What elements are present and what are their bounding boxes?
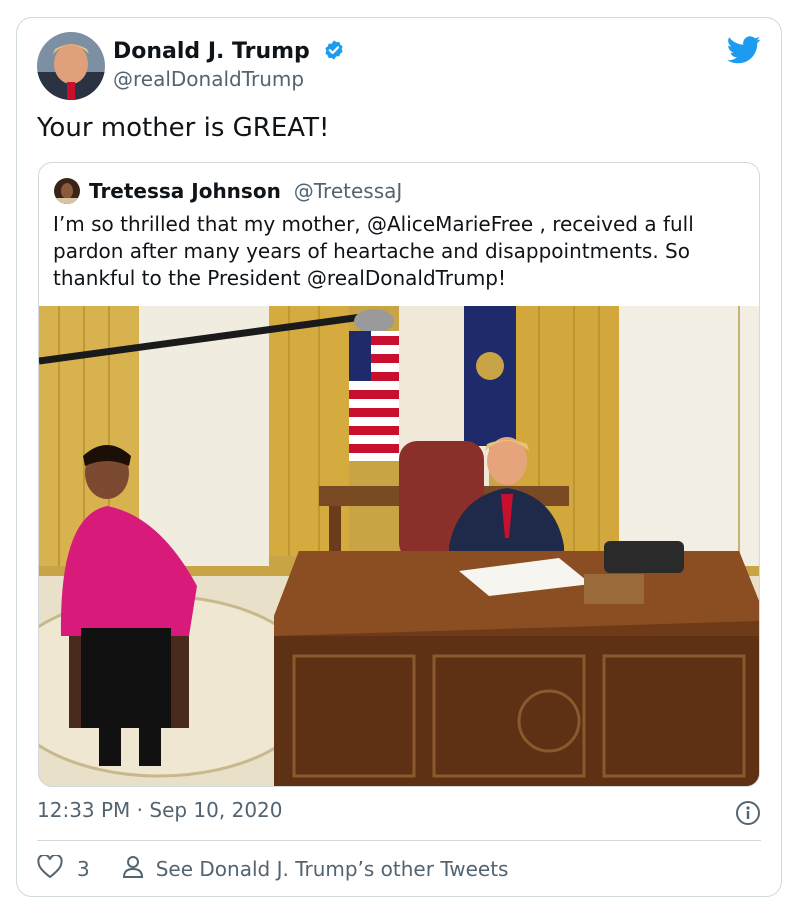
quoted-author-avatar[interactable]: [54, 178, 80, 204]
tweet-actions: 3 See Donald J. Trump’s other Tweets: [37, 853, 509, 884]
tweet-text: Your mother is GREAT!: [37, 113, 330, 143]
other-tweets-link[interactable]: See Donald J. Trump’s other Tweets: [156, 857, 509, 881]
person-icon[interactable]: [122, 855, 144, 884]
info-icon[interactable]: [735, 800, 761, 830]
quoted-author-name[interactable]: Tretessa Johnson: [89, 179, 281, 203]
heart-icon[interactable]: [37, 853, 63, 884]
divider: [37, 840, 761, 841]
quoted-tweet-text: I’m so thrilled that my mother, @AliceMa…: [53, 212, 694, 290]
quoted-author-line: Tretessa Johnson @TretessaJ: [89, 179, 402, 203]
quoted-author-handle[interactable]: @TretessaJ: [294, 179, 403, 203]
author-handle[interactable]: @realDonaldTrump: [113, 67, 304, 91]
tweet-timestamp[interactable]: 12:33 PM · Sep 10, 2020: [37, 798, 283, 822]
quoted-tweet-photo[interactable]: [39, 306, 759, 786]
verified-badge-icon: [323, 39, 345, 67]
quoted-tweet[interactable]: Tretessa Johnson @TretessaJ I’m so thril…: [38, 162, 760, 787]
author-name-text[interactable]: Donald J. Trump: [113, 39, 310, 64]
author-name[interactable]: Donald J. Trump: [113, 39, 345, 67]
author-avatar[interactable]: [37, 32, 105, 100]
like-count[interactable]: 3: [77, 857, 90, 881]
twitter-bird-icon[interactable]: [727, 36, 761, 68]
